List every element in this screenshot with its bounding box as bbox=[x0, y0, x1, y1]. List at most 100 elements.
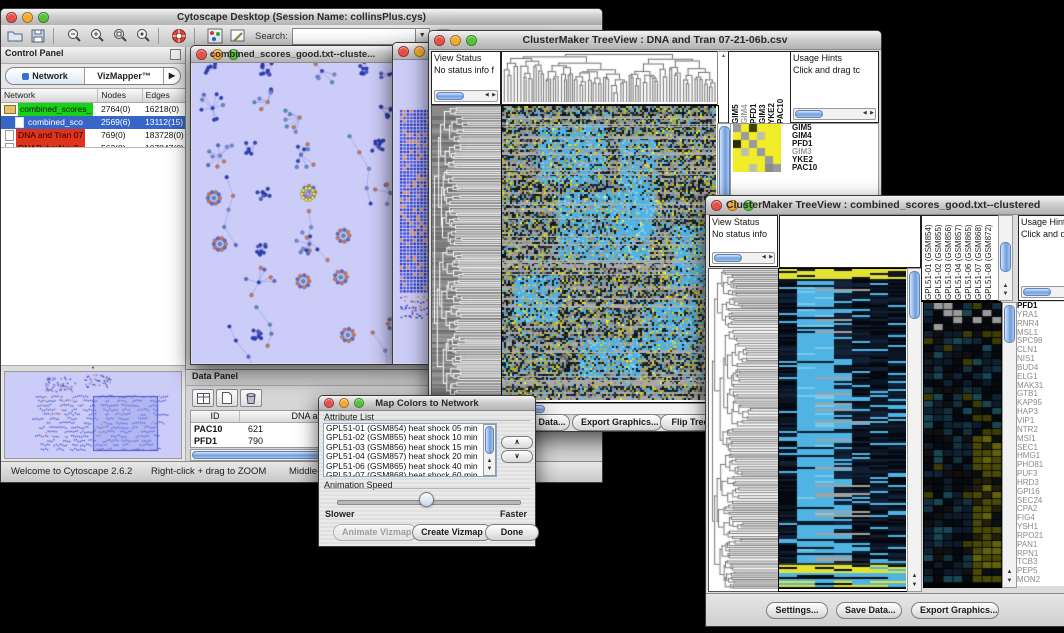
column-label[interactable]: GPL51-03 (GSM856) bbox=[944, 218, 953, 300]
animate-vizmap-button[interactable]: Animate Vizmap bbox=[333, 524, 417, 541]
treeview2-window: ClusterMaker TreeView : combined_scores_… bbox=[705, 195, 1064, 627]
network-overview[interactable] bbox=[4, 371, 182, 459]
tv1-zoom-heatmap-canvas[interactable] bbox=[733, 124, 781, 172]
tv2-usage-scrollbar[interactable]: ◀ ▶ bbox=[1021, 286, 1064, 298]
tv2-gene-dendrogram[interactable] bbox=[708, 268, 780, 592]
status-hint-pan: Middle- bbox=[289, 466, 320, 477]
tv2-gene-dendrogram-canvas[interactable] bbox=[709, 269, 778, 589]
tv2-array-dendrogram[interactable] bbox=[779, 215, 921, 268]
select-attributes-icon[interactable] bbox=[192, 389, 214, 407]
tv2-gene-labels: PFD1YRA1RNR4MSL1SPC98CLN1NIS1BUD4ELG1MAK… bbox=[1017, 302, 1064, 586]
move-down-button[interactable]: ∨ bbox=[501, 450, 533, 463]
table-row[interactable]: DNA and Tran 07 769(0) 183728(0) bbox=[1, 129, 185, 142]
tv2-view-status: View Status No status info ◀ ▶ bbox=[709, 215, 778, 267]
column-label[interactable]: GPL51-04 (GSM857) bbox=[954, 218, 963, 300]
open-file-icon[interactable] bbox=[6, 27, 24, 45]
create-vizmap-button[interactable]: Create Vizmap bbox=[412, 524, 492, 541]
map-colors-dialog: Map Colors to Network Attribute List GPL… bbox=[318, 395, 536, 547]
column-label[interactable]: GIM5 bbox=[731, 54, 739, 124]
tab-overflow-arrow[interactable]: ▶ bbox=[163, 68, 180, 84]
float-panel-icon[interactable] bbox=[170, 49, 181, 60]
table-row-selected[interactable]: combined_sco 2569(6) 13112(15) bbox=[1, 116, 185, 129]
tv2-titlebar[interactable]: ClusterMaker TreeView : combined_scores_… bbox=[706, 196, 1064, 215]
status-hint-zoom: Right-click + drag to ZOOM bbox=[151, 466, 266, 477]
net1-titlebar[interactable]: combined_scores_good.txt--cluste... bbox=[191, 46, 394, 63]
folder-icon bbox=[4, 105, 16, 114]
tv1-column-labels: GIM5GIM4PFD1GIM3YKE2PAC10 bbox=[728, 51, 792, 125]
close-button[interactable] bbox=[398, 46, 409, 57]
column-label[interactable]: GPL51-02 (GSM855) bbox=[934, 218, 943, 300]
close-button[interactable] bbox=[711, 200, 722, 211]
attribute-list-item[interactable]: GPL51-07 (GSM868) heat shock 60 min bbox=[324, 471, 496, 477]
tv1-heatmap-canvas[interactable] bbox=[502, 106, 716, 400]
tv2-collabel-scrollbar[interactable]: ▲▼ bbox=[998, 215, 1013, 301]
zoom-in-icon[interactable] bbox=[88, 27, 106, 45]
done-button[interactable]: Done bbox=[485, 524, 539, 541]
network-overview-canvas[interactable] bbox=[5, 372, 181, 456]
main-titlebar[interactable]: Cytoscape Desktop (Session Name: collins… bbox=[1, 9, 602, 26]
save-icon[interactable] bbox=[29, 27, 47, 45]
tv1-heatmap[interactable] bbox=[501, 105, 719, 403]
column-label[interactable]: YKE2 bbox=[767, 54, 775, 124]
column-label[interactable]: PAC10 bbox=[776, 54, 784, 124]
desktop: Cytoscape Desktop (Session Name: collins… bbox=[0, 0, 1064, 633]
move-up-button[interactable]: ∧ bbox=[501, 436, 533, 449]
column-label[interactable]: GPL51-08 (GSM872) bbox=[984, 218, 993, 300]
attribute-list-scrollbar[interactable]: ▲▼ bbox=[483, 424, 496, 476]
tv2-genelist-scrollbar[interactable]: ▲▼ bbox=[1002, 302, 1017, 588]
tv2-heatmap[interactable] bbox=[778, 268, 909, 592]
tv1-titlebar[interactable]: ClusterMaker TreeView : DNA and Tran 07-… bbox=[429, 31, 881, 50]
table-row[interactable]: combined_scores_ 2764(0) 16218(0) bbox=[1, 103, 185, 116]
tv1-usage-scrollbar[interactable]: ◀ ▶ bbox=[793, 108, 876, 120]
column-label[interactable]: GIM3 bbox=[758, 54, 766, 124]
network-canvas[interactable] bbox=[192, 63, 393, 363]
control-panel: Control Panel Network VizMapper™ ▶ Netwo… bbox=[1, 47, 186, 462]
tv2-usage-hints: Usage Hints Click and drag ◀ ▶ bbox=[1018, 215, 1064, 301]
minimize-button[interactable] bbox=[414, 46, 425, 57]
delete-attribute-icon[interactable] bbox=[240, 389, 262, 407]
settings-button[interactable]: Settings... bbox=[766, 602, 828, 619]
animation-speed-slider-thumb[interactable] bbox=[419, 492, 434, 507]
tv1-array-dendrogram bbox=[501, 51, 719, 105]
tv2-zoom-heatmap[interactable] bbox=[923, 302, 1004, 588]
attribute-list: GPL51-01 (GSM854) heat shock 05 minGPL51… bbox=[323, 423, 497, 477]
window-title: combined_scores_good.txt--cluste... bbox=[191, 49, 394, 60]
column-label[interactable]: PFD1 bbox=[749, 54, 757, 124]
column-label[interactable]: GPL51-06 (GSM865) bbox=[964, 218, 973, 300]
tv2-heatmap-canvas[interactable] bbox=[779, 269, 906, 589]
tv2-vscrollbar[interactable]: ▲▼ bbox=[907, 268, 922, 592]
tv1-view-status: View Status No status info f ◀ ▶ bbox=[431, 51, 501, 105]
tv2-button-bar: Settings... Save Data... Export Graphics… bbox=[706, 593, 1064, 626]
file-icon bbox=[15, 117, 24, 128]
dialog-titlebar[interactable]: Map Colors to Network bbox=[319, 396, 535, 411]
tab-vizmapper[interactable]: VizMapper™ bbox=[84, 68, 163, 84]
column-label[interactable]: GPL51-01 (GSM854) bbox=[924, 218, 933, 300]
annotation-icon[interactable] bbox=[229, 27, 247, 45]
column-label[interactable]: GIM4 bbox=[740, 54, 748, 124]
column-label[interactable]: GPL51-07 (GSM868) bbox=[974, 218, 983, 300]
vizmapper-palette-icon[interactable] bbox=[206, 27, 224, 45]
tv1-status-scrollbar[interactable]: ◀ ▶ bbox=[434, 90, 498, 102]
tv2-status-scrollbar[interactable]: ◀ ▶ bbox=[712, 252, 775, 264]
export-graphics-button[interactable]: Export Graphics... bbox=[572, 414, 662, 431]
tv2-zoom-heatmap-canvas[interactable] bbox=[924, 303, 1002, 585]
zoom-fit-icon[interactable] bbox=[111, 27, 129, 45]
search-label: Search: bbox=[255, 31, 288, 42]
slower-label: Slower bbox=[325, 509, 355, 519]
tab-network[interactable]: Network bbox=[6, 68, 84, 84]
new-attribute-icon[interactable] bbox=[216, 389, 238, 407]
faster-label: Faster bbox=[500, 509, 527, 519]
control-panel-tabs: Network VizMapper™ ▶ bbox=[5, 67, 181, 85]
save-data-button[interactable]: Save Data... bbox=[836, 602, 902, 619]
export-graphics-button[interactable]: Export Graphics... bbox=[911, 602, 999, 619]
network-view-window: combined_scores_good.txt--cluste... bbox=[190, 45, 395, 365]
tv1-array-dendrogram-canvas[interactable] bbox=[502, 52, 716, 102]
help-lifering-icon[interactable] bbox=[170, 27, 188, 45]
gene-label[interactable]: MON2 bbox=[1017, 576, 1064, 585]
tv1-gene-dendrogram-canvas[interactable] bbox=[432, 106, 502, 400]
tv1-row-labels: GIM5GIM4PFD1GIM3YKE2PAC10 bbox=[792, 124, 817, 172]
zoom-selected-icon[interactable] bbox=[134, 27, 152, 45]
tv1-gene-dendrogram[interactable] bbox=[431, 105, 503, 403]
zoom-out-icon[interactable] bbox=[65, 27, 83, 45]
row-label[interactable]: PAC10 bbox=[792, 164, 817, 172]
